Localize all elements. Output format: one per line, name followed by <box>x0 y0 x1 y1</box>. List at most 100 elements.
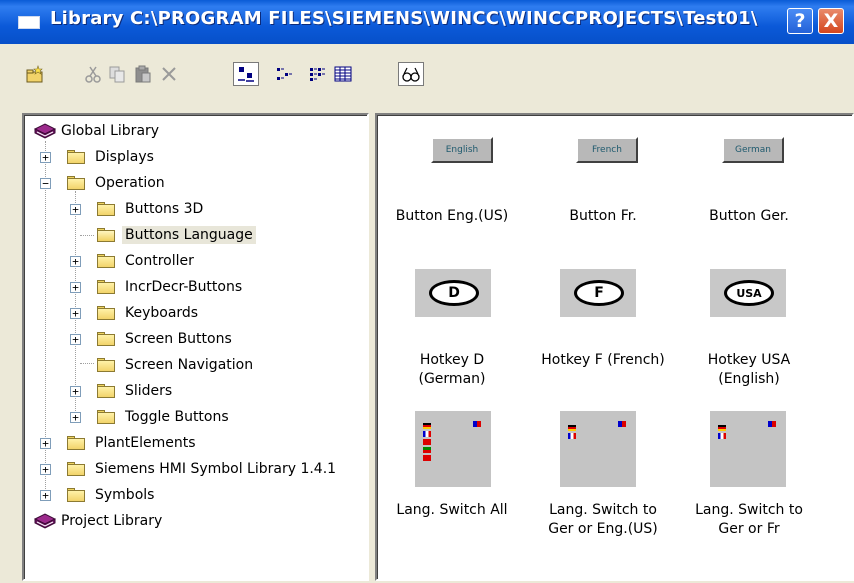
item-label: Lang. Switch to <box>549 502 657 518</box>
book-icon <box>33 123 57 139</box>
details-view-icon <box>334 66 352 82</box>
library-item-button-eng[interactable]: English Button Eng.(US) <box>377 115 527 227</box>
toolbar <box>0 44 854 112</box>
expand-icon[interactable]: + <box>70 282 81 293</box>
flag-icon <box>568 425 576 431</box>
library-item-lang-switch-ger-fr[interactable]: Lang. Switch to Ger or Fr <box>674 411 824 561</box>
tree-item-project-library[interactable]: Project Library <box>61 510 162 532</box>
tree-item-toggle-buttons[interactable]: Toggle Buttons <box>125 406 229 428</box>
tree-item-siemens-hmi-symbol-library[interactable]: Siemens HMI Symbol Library 1.4.1 <box>95 458 336 480</box>
tree-item-controller[interactable]: Controller <box>125 250 194 272</box>
tree-line <box>80 363 94 364</box>
tree-item-global-library[interactable]: Global Library <box>61 120 159 142</box>
expand-icon[interactable]: + <box>70 386 81 397</box>
tree-item-displays[interactable]: Displays <box>95 146 154 168</box>
close-button[interactable]: X <box>818 8 844 34</box>
window-title: Library C:\PROGRAM FILES\SIEMENS\WINCC\W… <box>50 8 758 29</box>
hotkey-thumbnail: USA <box>710 269 786 317</box>
tree-item-label: Buttons Language <box>122 226 256 244</box>
folder-icon <box>96 383 116 399</box>
item-label: Button Fr. <box>569 208 637 224</box>
folder-icon <box>66 487 86 503</box>
expand-icon[interactable]: + <box>70 334 81 345</box>
folder-icon <box>96 305 116 321</box>
tree-item-label: Keyboards <box>125 305 199 321</box>
collapse-icon[interactable]: − <box>40 178 51 189</box>
paste-button[interactable] <box>132 62 154 86</box>
tree-item-label: Siemens HMI Symbol Library 1.4.1 <box>95 461 337 477</box>
title-bar[interactable]: Library C:\PROGRAM FILES\SIEMENS\WINCC\W… <box>0 0 854 44</box>
expand-icon[interactable]: + <box>70 256 81 267</box>
library-item-hotkey-d[interactable]: D Hotkey D (German) <box>377 265 527 395</box>
flag-icon <box>618 421 626 427</box>
large-icons-view-button[interactable] <box>233 62 259 86</box>
lang-switch-thumbnail <box>710 411 786 487</box>
library-item-lang-switch-all[interactable]: Lang. Switch All <box>377 411 527 561</box>
library-items-pane[interactable]: English Button Eng.(US) French Button Fr… <box>375 113 854 581</box>
hotkey-oval: D <box>429 280 479 306</box>
flag-icon <box>423 455 431 461</box>
expand-icon[interactable]: + <box>40 438 51 449</box>
item-label: (German) <box>418 371 486 387</box>
expand-icon[interactable]: + <box>40 464 51 475</box>
small-icons-view-button[interactable] <box>273 62 295 86</box>
library-item-button-ger[interactable]: German Button Ger. <box>674 115 824 227</box>
copy-icon <box>109 66 125 83</box>
list-view-icon <box>310 68 325 81</box>
tree-item-label: Controller <box>125 253 194 269</box>
expand-icon[interactable]: + <box>70 412 81 423</box>
tree-item-label: Sliders <box>125 383 173 399</box>
expand-icon[interactable]: + <box>40 152 51 163</box>
tree-item-keyboards[interactable]: Keyboards <box>125 302 198 324</box>
details-view-button[interactable] <box>332 62 354 86</box>
expand-icon[interactable]: + <box>70 204 81 215</box>
tree-item-buttons-3d[interactable]: Buttons 3D <box>125 198 203 220</box>
button-thumbnail: English <box>431 137 493 163</box>
cut-button[interactable] <box>82 62 104 86</box>
hotkey-oval: USA <box>724 280 774 306</box>
item-label: Hotkey F (French) <box>541 352 665 368</box>
library-item-hotkey-usa[interactable]: USA Hotkey USA (English) <box>674 265 824 395</box>
flag-icon <box>768 421 776 427</box>
expand-icon[interactable]: + <box>70 308 81 319</box>
new-folder-button[interactable] <box>24 62 46 86</box>
delete-icon <box>162 67 176 81</box>
list-view-button[interactable] <box>306 62 328 86</box>
cut-icon <box>85 66 101 83</box>
tree-item-plantelements[interactable]: PlantElements <box>95 432 196 454</box>
delete-button[interactable] <box>158 62 180 86</box>
library-item-hotkey-f[interactable]: F Hotkey F (French) <box>528 265 678 395</box>
library-item-lang-switch-ger-eng[interactable]: Lang. Switch to Ger or Eng.(US) <box>528 411 678 561</box>
folder-icon <box>66 435 86 451</box>
tree-line <box>80 235 94 236</box>
tree-item-label: Project Library <box>61 513 163 529</box>
tree-item-screen-buttons[interactable]: Screen Buttons <box>125 328 232 350</box>
folder-icon <box>66 461 86 477</box>
tree-item-label: Operation <box>95 175 165 191</box>
help-button[interactable]: ? <box>787 8 813 34</box>
item-label: Ger or Eng.(US) <box>548 521 658 537</box>
folder-icon <box>96 253 116 269</box>
item-label: Hotkey USA <box>707 352 791 368</box>
tree-item-sliders[interactable]: Sliders <box>125 380 172 402</box>
library-tree-pane[interactable]: Global Library + Displays − Operation + … <box>22 113 369 581</box>
tree-item-buttons-language[interactable]: Buttons Language <box>122 224 256 246</box>
tree-item-label: Toggle Buttons <box>125 409 229 425</box>
tree-item-label: IncrDecr-Buttons <box>125 279 243 295</box>
copy-button[interactable] <box>106 62 128 86</box>
library-item-button-fr[interactable]: French Button Fr. <box>528 115 678 227</box>
tree-item-symbols[interactable]: Symbols <box>95 484 154 506</box>
flag-icon <box>423 423 431 429</box>
preview-button[interactable] <box>398 62 424 86</box>
tree-item-screen-navigation[interactable]: Screen Navigation <box>125 354 253 376</box>
flag-icon <box>423 431 431 437</box>
item-label: Hotkey D <box>419 352 485 368</box>
library-window-icon <box>18 16 40 29</box>
item-label: Button Eng.(US) <box>395 208 509 224</box>
folder-icon <box>96 409 116 425</box>
expand-icon[interactable]: + <box>40 490 51 501</box>
tree-item-incrdecr-buttons[interactable]: IncrDecr-Buttons <box>125 276 242 298</box>
tree-item-label: Screen Buttons <box>125 331 232 347</box>
tree-item-operation[interactable]: Operation <box>95 172 165 194</box>
tree-item-label: PlantElements <box>95 435 196 451</box>
